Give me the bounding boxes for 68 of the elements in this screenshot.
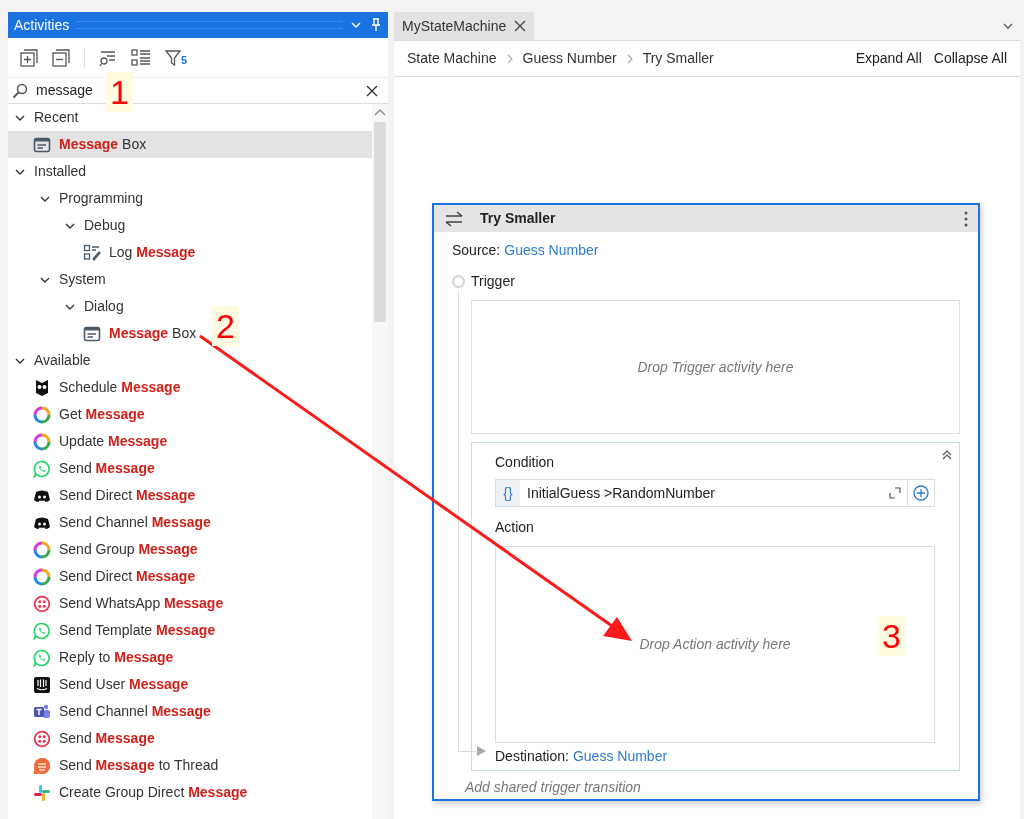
list-view-icon[interactable] xyxy=(131,48,151,67)
tree-group-label[interactable]: Recent xyxy=(34,107,79,128)
scrollbar[interactable] xyxy=(372,104,388,819)
toolbar-button[interactable]: Collapse All xyxy=(933,48,1007,69)
document-tab[interactable]: MyStateMachine xyxy=(394,12,535,40)
pin-icon[interactable] xyxy=(370,18,382,32)
window-icon xyxy=(33,135,51,154)
tree-group-label[interactable]: Installed xyxy=(34,161,87,182)
ring-icon xyxy=(33,405,51,424)
tree-group-label[interactable]: Debug xyxy=(84,215,126,236)
phone-bubble-icon xyxy=(33,459,51,478)
hash-pinwheel-icon xyxy=(33,783,51,802)
condition-label: Condition xyxy=(495,453,556,472)
speech-bubble-icon xyxy=(33,756,51,775)
breadcrumb-link[interactable]: Guess Number xyxy=(522,48,617,69)
four-dot-circle-icon xyxy=(33,729,51,748)
add-button[interactable] xyxy=(908,479,935,507)
collapse-up-icon[interactable] xyxy=(941,449,953,461)
add-transition-link[interactable]: Add shared trigger transition xyxy=(465,777,978,798)
action-label: Action xyxy=(495,518,535,537)
breadcrumb-link[interactable]: State Machine xyxy=(407,48,497,69)
ring-icon xyxy=(33,432,51,451)
window-icon xyxy=(83,324,101,343)
annotation-number: 2 xyxy=(212,306,239,346)
braces-icon: {} xyxy=(496,480,520,506)
log-pencil-icon xyxy=(83,243,101,262)
chat-bars-icon xyxy=(33,675,51,694)
search-list-icon[interactable] xyxy=(99,48,117,67)
grip-pattern[interactable] xyxy=(77,21,342,29)
ring-icon xyxy=(33,567,51,586)
people-square-icon xyxy=(33,702,51,721)
phone-bubble-icon xyxy=(33,621,51,640)
expand-icon[interactable] xyxy=(889,487,901,499)
trigger-radio[interactable] xyxy=(452,275,465,288)
more-options-icon[interactable] xyxy=(964,210,968,227)
expand-all-icon[interactable] xyxy=(20,48,38,67)
card-title: Try Smaller xyxy=(480,209,557,228)
annotation-number: 1 xyxy=(106,72,133,112)
tree-group-label[interactable]: Available xyxy=(34,350,91,371)
tree-group-label[interactable]: Dialog xyxy=(84,296,124,317)
source-label: Source: xyxy=(452,241,501,260)
source-link[interactable]: Guess Number xyxy=(504,240,599,261)
breadcrumb-link[interactable]: Try Smaller xyxy=(642,48,714,69)
triangle-arrow-icon xyxy=(477,746,486,756)
owl-icon xyxy=(33,378,51,397)
filter-count: 5 xyxy=(181,54,188,66)
four-dot-circle-icon xyxy=(33,594,51,613)
search-icon xyxy=(12,82,28,99)
close-icon[interactable] xyxy=(514,20,527,32)
phone-bubble-icon xyxy=(33,648,51,667)
collapse-all-icon[interactable] xyxy=(52,48,70,67)
tree-group-label[interactable]: Programming xyxy=(59,188,144,209)
annotation-number: 3 xyxy=(878,616,905,656)
tree-group-label[interactable]: System xyxy=(59,269,106,290)
panel-title: Activities xyxy=(14,15,70,35)
plus-circle-icon xyxy=(913,485,929,501)
destination-link[interactable]: Guess Number xyxy=(572,746,668,767)
filter-icon[interactable] xyxy=(165,49,181,66)
destination-label: Destination: xyxy=(495,747,569,766)
scroll-up-icon[interactable] xyxy=(374,108,386,116)
scrollbar-thumb[interactable] xyxy=(374,122,386,322)
trigger-drop-zone[interactable]: Drop Trigger activity here xyxy=(471,300,960,434)
swap-arrows-icon xyxy=(444,210,464,227)
trigger-label: Trigger xyxy=(471,272,515,291)
toolbar-button[interactable]: Expand All xyxy=(855,48,922,69)
ring-icon xyxy=(33,540,51,559)
condition-field[interactable]: {} InitialGuess >RandomNumber xyxy=(495,479,908,507)
close-icon[interactable] xyxy=(366,84,378,97)
